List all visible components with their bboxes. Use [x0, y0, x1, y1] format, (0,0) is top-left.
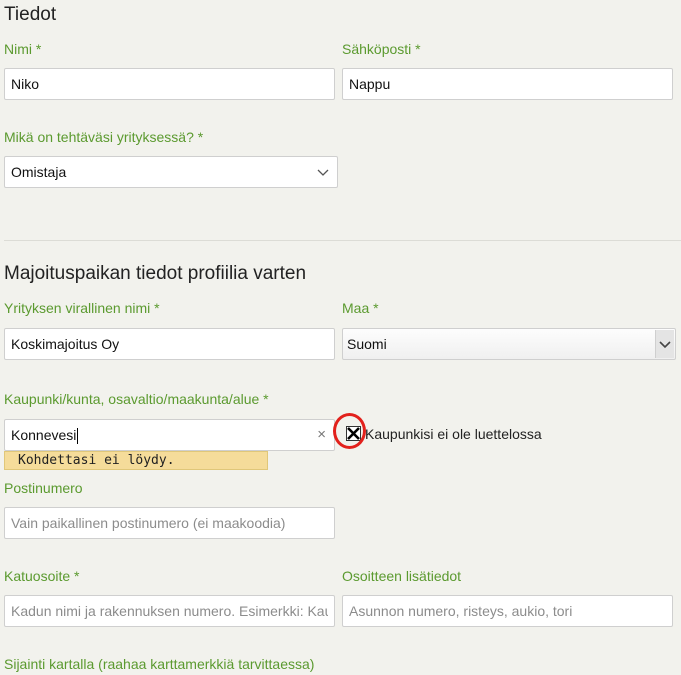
country-value: Suomi	[347, 336, 387, 352]
street-label: Katuosoite *	[4, 568, 80, 584]
name-label: Nimi *	[4, 41, 42, 57]
map-location-label: Sijainti kartalla (raahaa karttamerkkiä …	[4, 656, 315, 672]
role-select[interactable]: Omistaja	[4, 156, 338, 188]
company-label: Yrityksen virallinen nimi *	[4, 300, 160, 316]
name-value: Niko	[11, 76, 40, 92]
company-value: Koskimajoitus Oy	[11, 336, 120, 352]
chevron-down-icon	[317, 169, 329, 176]
street-input[interactable]	[4, 595, 335, 627]
section-divider	[4, 240, 681, 241]
section-heading-info: Tiedot	[4, 4, 57, 25]
company-field[interactable]: Koskimajoitus Oy	[4, 328, 335, 360]
role-value: Omistaja	[11, 164, 67, 180]
city-field[interactable]: Konnevesi ×	[4, 419, 335, 451]
email-label: Sähköposti *	[342, 41, 421, 57]
highlight-circle	[333, 413, 366, 449]
city-label: Kaupunki/kunta, osavaltio/maakunta/alue …	[4, 391, 269, 407]
not-found-message: Kohdettasi ei löydy.	[4, 451, 268, 470]
chevron-down-icon	[659, 341, 671, 349]
postal-label: Postinumero	[4, 480, 83, 496]
country-dropdown-button[interactable]	[655, 330, 674, 358]
city-not-listed-label[interactable]: Kaupunkisi ei ole luettelossa	[365, 426, 542, 442]
clear-icon[interactable]: ×	[317, 420, 326, 450]
email-field[interactable]: Nappu	[342, 68, 673, 100]
email-value: Nappu	[349, 76, 391, 92]
section-heading-property: Majoituspaikan tiedot profiilia varten	[4, 263, 307, 284]
postal-input[interactable]	[4, 507, 335, 539]
city-value: Konnevesi	[11, 427, 77, 443]
role-label: Mikä on tehtäväsi yrityksessä? *	[4, 129, 204, 145]
name-field[interactable]: Niko	[4, 68, 335, 100]
country-select[interactable]: Suomi	[342, 328, 676, 360]
country-label: Maa *	[342, 300, 379, 316]
address-extra-input[interactable]	[342, 595, 673, 627]
text-cursor	[77, 428, 79, 445]
address-extra-label: Osoitteen lisätiedot	[342, 568, 462, 584]
